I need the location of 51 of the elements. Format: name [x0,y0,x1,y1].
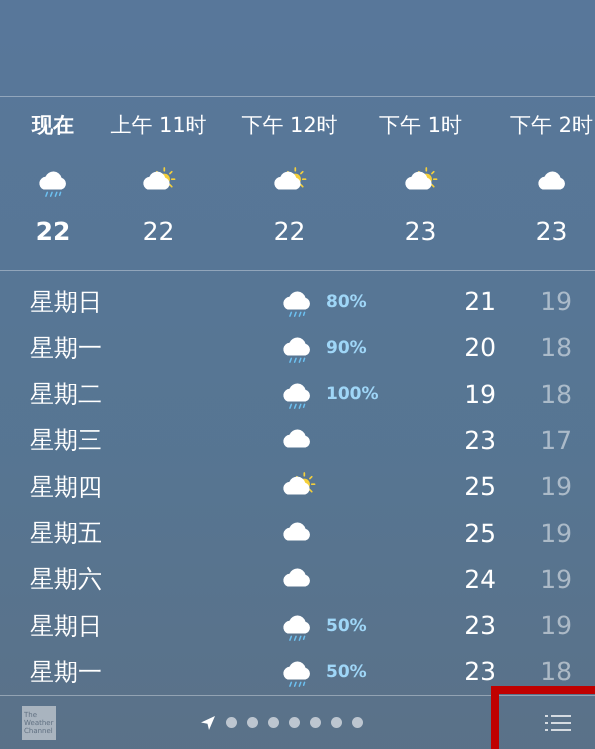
high-temperature: 25 [463,518,496,548]
page-dot[interactable] [268,717,279,728]
hour-temperature: 23 [536,216,568,246]
low-temperature: 19 [539,518,572,548]
high-temperature: 19 [463,380,496,409]
rain-chance: 100% [325,384,380,404]
high-temperature: 21 [463,287,496,316]
page-dot[interactable] [247,717,258,728]
high-temperature: 23 [463,426,496,455]
low-temperature: 19 [539,564,572,594]
list-icon [545,712,571,733]
high-temperature: 25 [463,472,496,502]
page-dot[interactable] [352,717,363,728]
hour-temperature: 22 [142,216,174,246]
page-dot[interactable] [289,717,300,728]
low-temperature: 19 [539,472,572,502]
hour-label: 下午 2时 [510,112,594,139]
day-name: 星期三 [29,425,103,456]
hour-temperature: 23 [404,216,436,246]
day-name: 星期一 [29,656,103,688]
day-name: 星期四 [29,472,103,503]
page-dot[interactable] [310,717,321,728]
low-temperature: 18 [539,657,572,686]
day-name: 星期五 [29,518,103,550]
high-temperature: 23 [463,657,496,686]
high-temperature: 23 [463,611,496,640]
hour-label: 下午 12时 [241,112,338,139]
low-temperature: 18 [539,380,572,409]
day-name: 星期二 [29,379,103,410]
high-temperature: 20 [463,333,496,362]
hour-label: 上午 11时 [110,112,207,139]
high-temperature: 24 [463,564,496,594]
hour-temperature: 22 [274,216,306,246]
page-dot[interactable] [331,717,342,728]
rain-chance: 80% [325,292,368,312]
location-arrow-icon[interactable] [200,714,216,731]
low-temperature: 18 [539,333,572,362]
rain-chance: 50% [325,662,368,682]
hour-temperature: 22 [36,216,70,246]
day-name: 星期日 [29,286,103,318]
page-dot[interactable] [226,717,237,728]
hour-label: 现在 [32,112,74,139]
low-temperature: 19 [539,287,572,316]
low-temperature: 17 [539,426,572,455]
low-temperature: 19 [539,611,572,640]
rain-chance: 50% [325,616,368,636]
day-name: 星期日 [29,610,103,642]
day-name: 星期一 [29,332,103,364]
rain-chance: 90% [325,338,368,358]
day-name: 星期六 [29,564,103,596]
hour-label: 下午 1时 [378,112,462,139]
